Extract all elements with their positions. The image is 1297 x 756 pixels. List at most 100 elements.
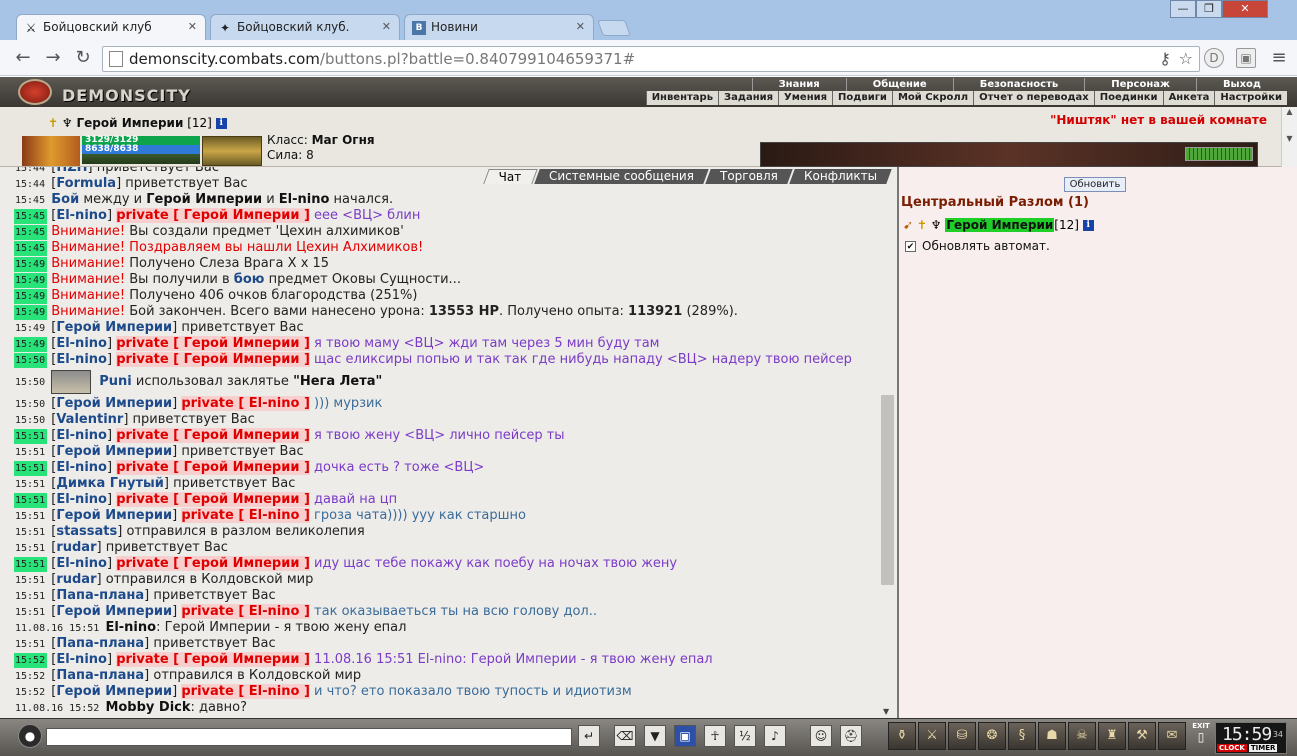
close-icon[interactable]: ✕ [382,20,391,33]
bag-icon[interactable]: ⛁ [948,722,976,750]
translit-icon[interactable]: ☥ [704,725,726,747]
lantern-icon[interactable]: ♜ [1098,722,1126,750]
scroll-down-arrow-icon[interactable]: ▼ [883,707,889,716]
chat-line: 15:50 [Герой Империи] private [ El-nino … [15,396,383,411]
tab-fight-club-2[interactable]: ✦ Бойцовский клуб. ✕ [210,14,400,40]
browser-toolbar: ← → ↻ demonscity.combats.com/buttons.pl?… [0,40,1297,76]
wrench-icon[interactable]: ⚒ [1128,722,1156,750]
sword-icon[interactable]: ⚔ [918,722,946,750]
submenu-achievements[interactable]: Подвиги [832,91,892,105]
mask-icon[interactable]: ☗ [1038,722,1066,750]
address-bar[interactable]: demonscity.combats.com/buttons.pl?battle… [102,46,1200,72]
filter-icon[interactable]: ▼ [644,725,666,747]
room-user: ➹ ✝ ♆ Герой Империи[12] i [903,218,1094,232]
sound-icon[interactable]: ♪ [764,725,786,747]
send-enter-icon[interactable]: ↵ [578,725,600,747]
game-header: DEMONSCITY Знания Общение Безопасность П… [0,77,1297,107]
menu-item-character[interactable]: Персонаж [1084,78,1196,91]
potion-icon[interactable]: ⚱ [888,722,916,750]
submenu-settings[interactable]: Настройки [1214,91,1287,105]
menu-item-knowledge[interactable]: Знания [751,78,846,91]
tab-chat[interactable]: Чат [483,169,538,184]
minimize-button[interactable]: — [1170,0,1196,18]
chat-line: 15:52 [El-nino] private [ Герой Империи … [14,652,713,668]
window-close-button[interactable]: ✕ [1222,0,1268,18]
menu-item-exit[interactable]: Выход [1195,78,1287,91]
exit-button[interactable]: EXIT ▯ [1191,722,1211,746]
chat-input[interactable] [46,728,572,746]
panel-scrollbar[interactable]: ▲ ▼ [1281,107,1297,167]
info-icon[interactable]: i [215,118,227,129]
chat-line: 15:51 [Папа-плана] приветствует Вас [15,588,276,603]
scroll-icon[interactable]: § [1008,722,1036,750]
chat-line: 15:52 [Герой Империи] private [ El-nino … [15,684,632,699]
class-value: Маг Огня [311,133,375,147]
tab-conflicts[interactable]: Конфликты [789,169,892,184]
tab-fight-club[interactable]: ⚔ Бойцовский клуб ✕ [16,14,206,40]
equipment-slot[interactable] [202,136,262,166]
tab-news[interactable]: B Новини ✕ [404,14,594,40]
new-tab-button[interactable] [597,20,631,36]
room-user-name[interactable]: Герой Империи [945,218,1055,232]
clock-tab[interactable]: CLOCK [1217,744,1247,752]
submenu-quests[interactable]: Задания [718,91,778,105]
treasure-icon[interactable]: ❂ [978,722,1006,750]
cross-icon: ✝ [48,116,59,130]
maximize-button[interactable]: ❐ [1196,0,1222,18]
close-icon[interactable]: ✕ [188,20,197,33]
smiley-icon[interactable]: ☺ [810,725,832,747]
chat-line: 15:51 [rudar] приветствует Вас [15,540,228,555]
key-icon[interactable]: ⚷ [1159,49,1171,68]
menu-item-social[interactable]: Общение [845,78,953,91]
back-arrow-icon[interactable]: ← [12,47,34,69]
save-icon[interactable]: ▣ [674,725,696,747]
tab-trade[interactable]: Торговля [705,169,793,184]
shield-icon: ✦ [219,21,231,35]
refresh-button[interactable]: Обновить [1064,177,1126,192]
forward-arrow-icon[interactable]: → [42,47,64,69]
extension-d-icon[interactable]: D [1204,48,1224,68]
menu-item-security[interactable]: Безопасность [952,78,1085,91]
submenu-inventory[interactable]: Инвентарь [645,91,718,105]
timer-tab[interactable]: TIMER [1248,744,1278,752]
close-icon[interactable]: ✕ [576,20,585,33]
star-icon[interactable]: ☆ [1179,49,1193,68]
mail-icon[interactable]: ✉ [1158,722,1186,750]
chat-line: 15:50 [Valentinr] приветствует Вас [15,412,255,427]
chat-line: 15:45 [El-nino] private [ Герой Империи … [14,208,421,224]
chat-line: 15:51 [El-nino] private [ Герой Империи … [14,492,398,508]
chat-line: 15:51 [Папа-плана] приветствует Вас [15,636,276,651]
skull-icon[interactable]: ☠ [1068,722,1096,750]
auto-refresh-checkbox[interactable]: ✔ [905,241,916,252]
chat-line: 15:49 [El-nino] private [ Герой Империи … [14,336,660,352]
chat-log: 15:44 [HZH] приветствует Вас 15:44 [Form… [14,167,880,716]
mana-bar: 8638/8638 [82,145,200,154]
eraser-icon[interactable]: ⌫ [614,725,636,747]
helmet-icon[interactable]: ⛑ [840,725,862,747]
character-level: [12] [187,116,212,130]
character-name-text[interactable]: Герой Империи [76,116,183,130]
extension-image-icon[interactable]: ▣ [1236,48,1256,68]
chat-line: 15:51 [El-nino] private [ Герой Империи … [14,428,565,444]
submenu-transfers[interactable]: Отчет о переводах [973,91,1094,105]
scroll-thumb[interactable] [881,395,894,585]
chat-mode-icon[interactable]: ● [18,724,42,748]
info-icon[interactable]: i [1082,220,1094,231]
chat-line: 15:51 [El-nino] private [ Герой Империи … [14,460,485,476]
fraction-icon[interactable]: ½ [734,725,756,747]
chat-scrollbar[interactable]: ▼ [880,167,895,718]
submenu-profile[interactable]: Анкета [1162,91,1215,105]
vk-icon: B [412,21,426,35]
tab-system-messages[interactable]: Системные сообщения [534,169,709,184]
chat-line: 15:49 Внимание! Вы получили в бою предме… [14,272,461,288]
menu-icon[interactable]: ≡ [1268,47,1290,69]
room-user-level: [12] [1054,218,1079,232]
submenu-my-scroll[interactable]: Мой Скролл [891,91,973,105]
reload-icon[interactable]: ↻ [72,47,94,69]
attack-icon[interactable]: ➹ [903,218,913,232]
chat-tabs: Чат Системные сообщения Торговля Конфлик… [483,169,892,184]
avatar[interactable] [22,136,80,166]
submenu-duels[interactable]: Поединки [1093,91,1163,105]
chat-line: 15:45 Внимание! Поздравляем вы нашли Цех… [14,240,424,256]
submenu-skills[interactable]: Умения [778,91,832,105]
